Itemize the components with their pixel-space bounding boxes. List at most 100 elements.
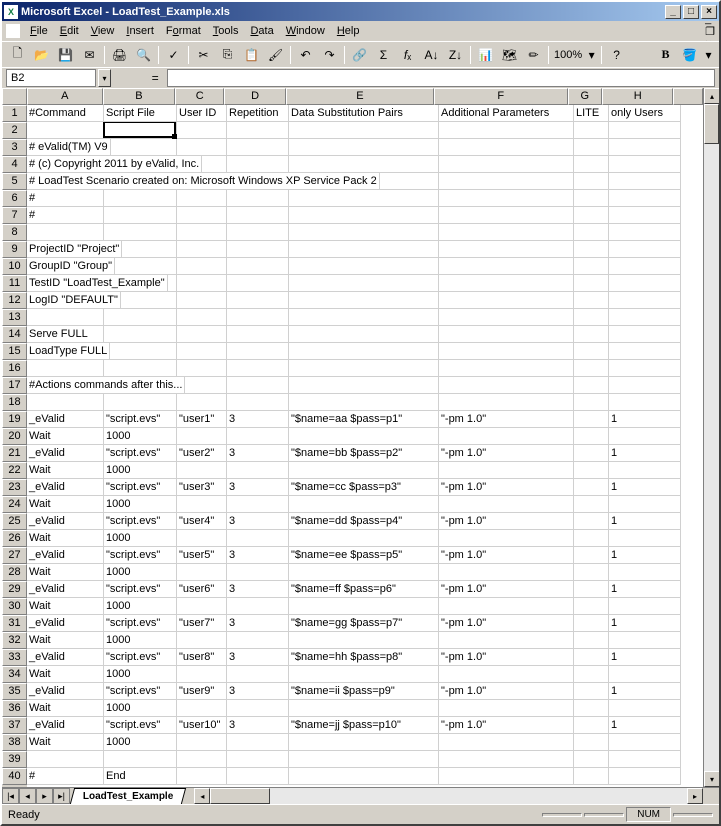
cell[interactable] bbox=[574, 615, 609, 632]
cell[interactable]: only Users bbox=[609, 105, 681, 122]
cell[interactable] bbox=[289, 428, 439, 445]
cell[interactable] bbox=[227, 462, 289, 479]
cell[interactable] bbox=[227, 734, 289, 751]
cell[interactable]: Wait bbox=[27, 462, 104, 479]
cell[interactable]: Serve FULL bbox=[27, 326, 104, 343]
cell[interactable]: _eValid bbox=[27, 479, 104, 496]
cell[interactable]: "user3" bbox=[177, 479, 227, 496]
cell[interactable] bbox=[609, 207, 681, 224]
scroll-thumb-v[interactable] bbox=[704, 104, 719, 144]
cell[interactable] bbox=[574, 530, 609, 547]
cell[interactable]: 3 bbox=[227, 581, 289, 598]
cell[interactable]: _eValid bbox=[27, 445, 104, 462]
row-header-1[interactable]: 1 bbox=[2, 105, 27, 122]
doc-restore-button[interactable]: ❐ bbox=[705, 25, 715, 38]
cell[interactable] bbox=[609, 360, 681, 377]
doc-minimize-button[interactable]: _ bbox=[705, 13, 715, 25]
cell[interactable]: # bbox=[27, 768, 104, 785]
cell[interactable] bbox=[439, 751, 574, 768]
cell[interactable] bbox=[574, 241, 609, 258]
cell[interactable]: "-pm 1.0" bbox=[439, 717, 574, 734]
cell[interactable] bbox=[574, 581, 609, 598]
row-header-12[interactable]: 12 bbox=[2, 292, 27, 309]
cell[interactable] bbox=[574, 768, 609, 785]
cell[interactable] bbox=[227, 224, 289, 241]
cell[interactable] bbox=[609, 190, 681, 207]
cell[interactable] bbox=[439, 394, 574, 411]
cell[interactable] bbox=[227, 258, 289, 275]
cell[interactable]: 1000 bbox=[104, 700, 177, 717]
cell[interactable]: 1 bbox=[609, 683, 681, 700]
cell[interactable] bbox=[574, 496, 609, 513]
cell[interactable]: "script.evs" bbox=[104, 649, 177, 666]
cell[interactable] bbox=[227, 122, 289, 139]
chart-button[interactable]: 📊 bbox=[474, 44, 497, 66]
col-header-H[interactable]: H bbox=[602, 88, 673, 105]
bold-button[interactable]: B bbox=[654, 44, 677, 66]
cell[interactable] bbox=[289, 122, 439, 139]
cell[interactable]: # bbox=[27, 190, 104, 207]
cell[interactable] bbox=[574, 207, 609, 224]
row-header-19[interactable]: 19 bbox=[2, 411, 27, 428]
cell[interactable] bbox=[574, 717, 609, 734]
mail-button[interactable]: ✉ bbox=[78, 44, 101, 66]
cell[interactable]: "script.evs" bbox=[104, 615, 177, 632]
cell[interactable]: Wait bbox=[27, 598, 104, 615]
cell[interactable] bbox=[439, 309, 574, 326]
cell[interactable]: 1 bbox=[609, 581, 681, 598]
cell[interactable] bbox=[227, 564, 289, 581]
cell[interactable] bbox=[439, 258, 574, 275]
cell[interactable]: LITE bbox=[574, 105, 609, 122]
save-button[interactable]: 💾 bbox=[54, 44, 77, 66]
cell[interactable] bbox=[289, 768, 439, 785]
cell[interactable] bbox=[289, 734, 439, 751]
col-header-G[interactable]: G bbox=[568, 88, 603, 105]
cell[interactable] bbox=[574, 428, 609, 445]
cell[interactable] bbox=[27, 309, 104, 326]
row-header-33[interactable]: 33 bbox=[2, 649, 27, 666]
cell[interactable] bbox=[439, 768, 574, 785]
cell[interactable] bbox=[227, 309, 289, 326]
cell[interactable] bbox=[609, 173, 681, 190]
cell[interactable]: # bbox=[27, 207, 104, 224]
cell[interactable]: "$name=dd $pass=p4" bbox=[289, 513, 439, 530]
cell[interactable]: 1000 bbox=[104, 462, 177, 479]
cell[interactable] bbox=[227, 292, 289, 309]
cell[interactable] bbox=[27, 394, 104, 411]
cell[interactable] bbox=[177, 530, 227, 547]
cell[interactable] bbox=[609, 632, 681, 649]
cell[interactable] bbox=[439, 326, 574, 343]
cell[interactable]: _eValid bbox=[27, 581, 104, 598]
cell[interactable]: 1 bbox=[609, 717, 681, 734]
cell[interactable]: Repetition bbox=[227, 105, 289, 122]
cell[interactable] bbox=[609, 530, 681, 547]
row-header-21[interactable]: 21 bbox=[2, 445, 27, 462]
row-header-16[interactable]: 16 bbox=[2, 360, 27, 377]
cell[interactable] bbox=[609, 258, 681, 275]
cell[interactable] bbox=[439, 122, 574, 139]
cell[interactable] bbox=[439, 530, 574, 547]
scroll-down-button[interactable]: ▾ bbox=[704, 771, 719, 787]
cell[interactable]: 3 bbox=[227, 683, 289, 700]
sort-desc-button[interactable]: Z↓ bbox=[444, 44, 467, 66]
cell[interactable] bbox=[27, 224, 104, 241]
cell[interactable] bbox=[574, 445, 609, 462]
cell[interactable] bbox=[574, 275, 609, 292]
cell[interactable]: Additional Parameters bbox=[439, 105, 574, 122]
col-header-A[interactable]: A bbox=[27, 88, 103, 105]
cell[interactable] bbox=[289, 275, 439, 292]
cell[interactable] bbox=[574, 666, 609, 683]
cell[interactable] bbox=[289, 156, 439, 173]
cell[interactable] bbox=[609, 394, 681, 411]
cell[interactable] bbox=[574, 309, 609, 326]
cell[interactable] bbox=[574, 513, 609, 530]
cell[interactable]: LoadType FULL bbox=[27, 343, 110, 360]
cell[interactable]: "script.evs" bbox=[104, 479, 177, 496]
cell[interactable] bbox=[227, 139, 289, 156]
cell[interactable]: Data Substitution Pairs bbox=[289, 105, 439, 122]
cell[interactable] bbox=[289, 258, 439, 275]
cell[interactable] bbox=[439, 377, 574, 394]
sort-asc-button[interactable]: A↓ bbox=[420, 44, 443, 66]
cell[interactable]: TestID "LoadTest_Example" bbox=[27, 275, 168, 292]
cell[interactable] bbox=[227, 377, 289, 394]
